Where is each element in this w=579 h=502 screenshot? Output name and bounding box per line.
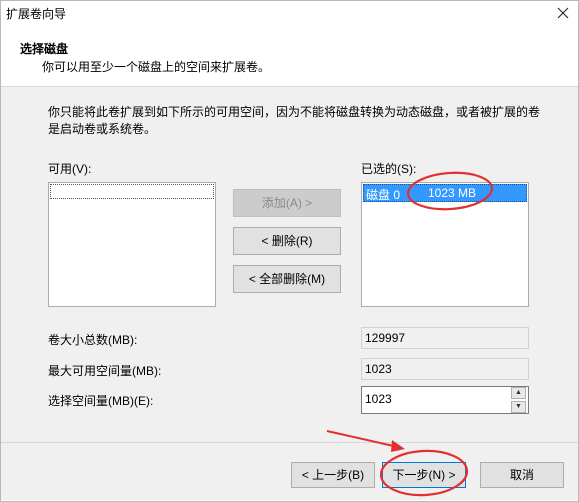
annotation-arrowhead-icon [391, 440, 405, 452]
annotation-arrow-line [326, 430, 399, 448]
annotation-circle-next [379, 449, 469, 497]
red-annotation-overlay [326, 171, 494, 497]
annotation-circle-size [406, 171, 494, 211]
